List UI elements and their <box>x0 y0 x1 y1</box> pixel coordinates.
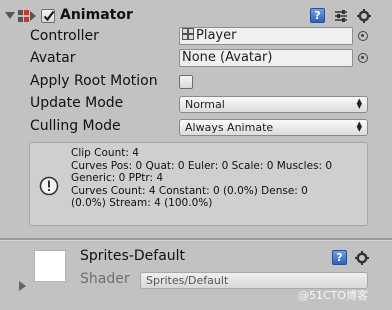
info-line: (0.0%) Stream: 4 (100.0%) <box>71 197 213 209</box>
material-name: Sprites-Default <box>80 248 186 264</box>
controller-field[interactable]: Player <box>179 27 353 45</box>
watermark: @51CTO博客 <box>298 289 369 302</box>
controller-picker-icon[interactable] <box>358 31 368 41</box>
animator-component-header[interactable]: Animator ? <box>0 2 392 28</box>
foldout-arrow-icon[interactable] <box>5 12 15 19</box>
culling-mode-label: Culling Mode <box>30 118 121 134</box>
clip-info-box: Clip Count: 4 Curves Pos: 0 Quat: 0 Eule… <box>29 142 368 226</box>
preset-settings-icon[interactable] <box>334 9 348 23</box>
culling-mode-value: Always Animate <box>185 121 274 134</box>
update-mode-value: Normal <box>185 98 225 111</box>
component-divider <box>0 238 392 241</box>
shader-value: Sprites/Default <box>146 274 229 287</box>
animator-controller-icon <box>182 28 194 40</box>
component-title: Animator <box>60 7 133 23</box>
avatar-label: Avatar <box>30 50 76 66</box>
controller-label: Controller <box>30 28 99 44</box>
apply-root-motion-label: Apply Root Motion <box>30 73 158 89</box>
info-icon <box>39 176 59 196</box>
material-foldout-icon[interactable] <box>19 281 26 291</box>
gear-icon[interactable] <box>357 9 371 23</box>
avatar-picker-icon[interactable] <box>358 53 368 63</box>
update-mode-dropdown[interactable]: Normal ▲ ▼ <box>179 96 368 113</box>
updown-arrow-icon: ▲ ▼ <box>356 120 362 133</box>
gear-icon[interactable] <box>355 251 369 265</box>
clip-info-text: Clip Count: 4 Curves Pos: 0 Quat: 0 Eule… <box>71 147 332 210</box>
material-preview <box>34 250 66 282</box>
avatar-row: Avatar None (Avatar) <box>0 48 392 70</box>
update-mode-row: Update Mode Normal ▲ ▼ <box>0 93 392 115</box>
avatar-field[interactable]: None (Avatar) <box>179 49 353 67</box>
component-enabled-checkbox[interactable] <box>41 9 55 23</box>
help-icon[interactable]: ? <box>310 8 325 23</box>
shader-label: Shader <box>80 271 130 287</box>
inspector-panel: Animator ? Controller Player Avatar None… <box>0 0 392 310</box>
controller-row: Controller Player <box>0 26 392 48</box>
info-line: Curves Pos: 0 Quat: 0 Euler: 0 Scale: 0 … <box>71 159 333 172</box>
help-icon[interactable]: ? <box>332 250 347 265</box>
updown-arrow-icon: ▲ ▼ <box>356 97 362 110</box>
apply-root-motion-checkbox[interactable] <box>179 75 193 89</box>
avatar-value: None (Avatar) <box>182 50 273 65</box>
apply-root-motion-row: Apply Root Motion <box>0 71 392 93</box>
checkmark-icon <box>43 10 55 22</box>
info-line: Clip Count: 4 <box>71 147 139 159</box>
culling-mode-row: Culling Mode Always Animate ▲ ▼ <box>0 116 392 138</box>
controller-value: Player <box>196 28 237 43</box>
animator-component-icon <box>18 10 36 22</box>
info-line: Curves Count: 4 Constant: 0 (0.0%) Dense… <box>71 184 308 197</box>
info-line: Generic: 0 PPtr: 4 <box>71 172 164 184</box>
culling-mode-dropdown[interactable]: Always Animate ▲ ▼ <box>179 119 368 136</box>
update-mode-label: Update Mode <box>30 95 124 111</box>
